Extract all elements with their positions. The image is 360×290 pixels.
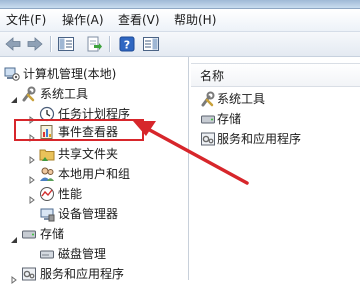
column-header-label: 名称: [200, 69, 225, 83]
collapse-triangle-icon[interactable]: [10, 90, 18, 103]
storage-icon: [200, 111, 216, 127]
services-icon: [200, 131, 216, 147]
list-item[interactable]: 服务和应用程序: [200, 129, 350, 149]
tree-item-performance[interactable]: 性能: [28, 184, 178, 204]
shared-folder-icon: [39, 146, 55, 162]
console-tree: 计算机管理(本地) 系统工具 任务计划程序 事件查看器 共享文件夹 本地用户和组…: [0, 57, 189, 284]
menu-bar: 文件(F) 操作(A) 查看(V) 帮助(H): [0, 9, 360, 32]
highlight-box: [14, 119, 144, 141]
tree-item-shared-folders[interactable]: 共享文件夹: [28, 144, 178, 164]
expand-triangle-icon[interactable]: [10, 270, 18, 284]
list-item[interactable]: 存储: [200, 109, 350, 129]
list-item[interactable]: 系统工具: [200, 89, 350, 109]
tree-item-label: 系统工具: [40, 87, 89, 101]
menu-view[interactable]: 查看(V): [118, 12, 160, 28]
expand-triangle-icon[interactable]: [28, 110, 36, 124]
tree-item-system-tools[interactable]: 系统工具: [10, 84, 180, 104]
tools-icon: [21, 86, 37, 102]
performance-icon: [39, 186, 55, 202]
tree-item-device-manager[interactable]: 设备管理器: [28, 204, 178, 224]
svg-text:?: ?: [124, 39, 130, 52]
disk-icon: [39, 246, 55, 262]
toolbar: ?: [0, 32, 360, 57]
expand-triangle-icon[interactable]: [28, 170, 36, 184]
expand-triangle-icon[interactable]: [28, 190, 36, 204]
device-manager-icon: [39, 206, 55, 222]
tree-item-label: 磁盘管理: [58, 247, 107, 261]
tree-item-label: 计算机管理(本地): [23, 67, 117, 81]
menu-action[interactable]: 操作(A): [62, 12, 104, 28]
tools-icon: [200, 91, 216, 107]
show-hide-tree-icon[interactable]: [57, 35, 75, 53]
toolbar-separator: [109, 36, 111, 52]
column-header-name[interactable]: 名称: [191, 63, 360, 87]
window-title-bar: [0, 0, 360, 9]
export-list-icon[interactable]: [85, 35, 103, 53]
expand-triangle-icon[interactable]: [28, 150, 36, 164]
list-item-label: 系统工具: [217, 92, 266, 106]
list-item-label: 服务和应用程序: [217, 132, 302, 146]
tree-item-services[interactable]: 服务和应用程序: [10, 264, 180, 284]
storage-icon: [21, 226, 37, 242]
forward-arrow-icon[interactable]: [26, 35, 44, 53]
tree-item-storage[interactable]: 存储: [10, 224, 180, 244]
tree-item-label: 本地用户和组: [58, 167, 131, 181]
toolbar-separator: [50, 36, 52, 52]
tree-item-computer-management[interactable]: 计算机管理(本地): [4, 64, 184, 84]
users-icon: [39, 166, 55, 182]
tree-item-label: 设备管理器: [58, 207, 119, 221]
tree-item-label: 存储: [40, 227, 65, 241]
details-pane: 名称 系统工具 存储 服务和应用程序: [191, 57, 360, 280]
computer-management-icon: [4, 66, 20, 82]
help-icon[interactable]: ?: [118, 35, 136, 53]
tree-item-local-users[interactable]: 本地用户和组: [28, 164, 178, 184]
tree-item-label: 服务和应用程序: [40, 267, 125, 281]
menu-file[interactable]: 文件(F): [6, 12, 46, 28]
tree-item-disk-management[interactable]: 磁盘管理: [28, 244, 178, 264]
list-item-label: 存储: [217, 112, 242, 126]
tree-item-label: 性能: [58, 187, 83, 201]
back-arrow-icon[interactable]: [4, 35, 22, 53]
menu-help[interactable]: 帮助(H): [174, 12, 216, 28]
collapse-triangle-icon[interactable]: [10, 230, 18, 243]
action-pane-icon[interactable]: [142, 35, 160, 53]
tree-item-label: 共享文件夹: [58, 147, 119, 161]
